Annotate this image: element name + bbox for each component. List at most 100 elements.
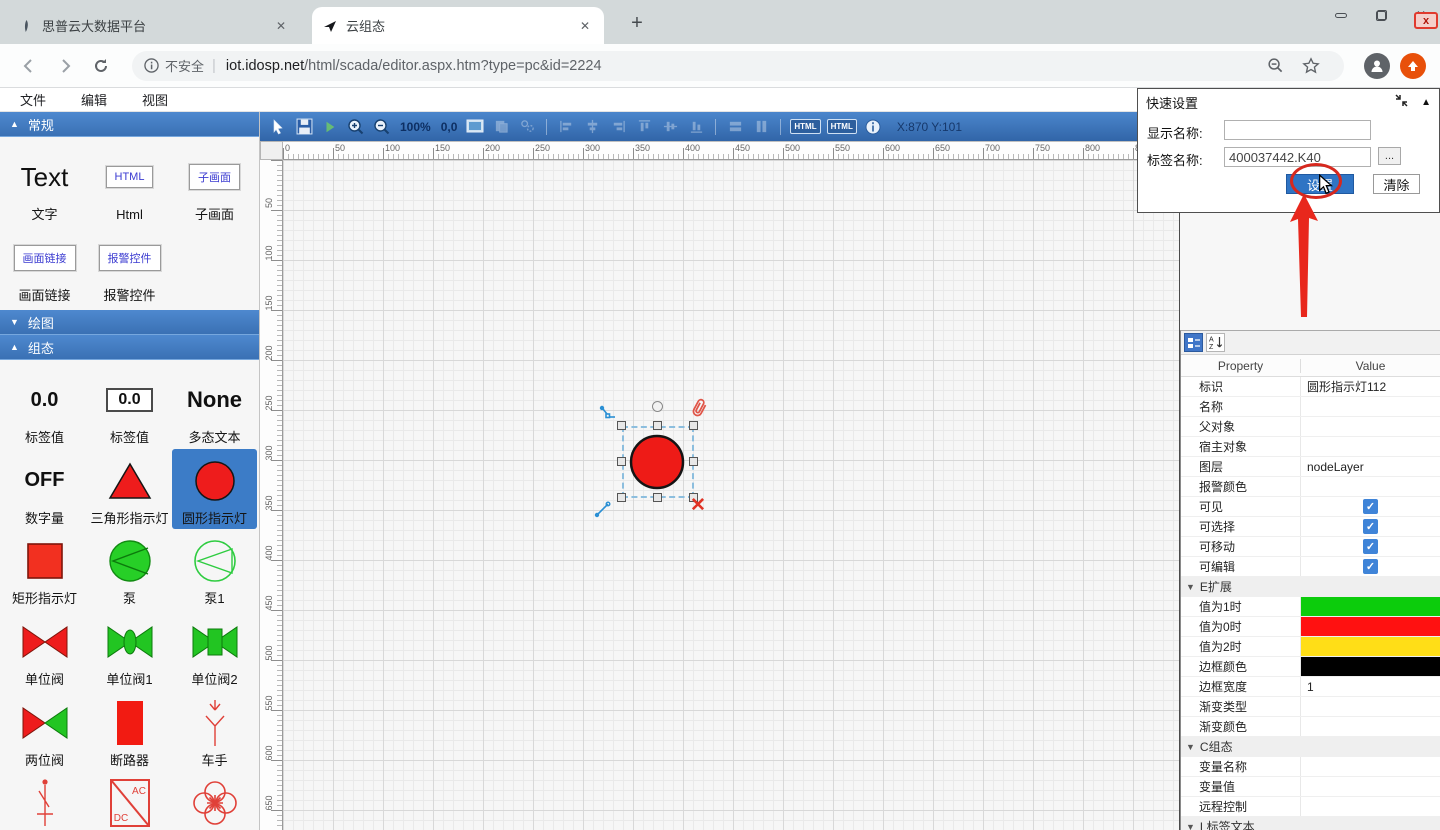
palette-item-报警控件[interactable]: 报警控件报警控件 [87,226,172,307]
save-button[interactable] [294,117,314,137]
palette-item-子画面[interactable]: 子画面子画面 [172,145,257,226]
align-bottom-button[interactable] [686,117,706,137]
screen-settings-button[interactable] [465,117,485,137]
resize-handle-w[interactable] [617,457,626,466]
browser-tab[interactable]: 思普云大数据平台✕ [8,7,300,44]
property-group-L标签文本[interactable]: ▼L标签文本 [1181,817,1440,830]
rotate-handle[interactable] [652,401,663,412]
color-swatch[interactable] [1301,597,1440,616]
profile-avatar[interactable] [1364,53,1390,79]
property-value[interactable] [1301,417,1440,436]
property-value[interactable] [1301,717,1440,736]
palette-item-断路器[interactable]: 断路器 [87,691,172,772]
align-top-button[interactable] [634,117,654,137]
property-group-E扩展[interactable]: ▼E扩展 [1181,577,1440,597]
zoom-out-button[interactable] [372,117,392,137]
color-swatch[interactable] [1301,657,1440,676]
palette-item-数字量[interactable]: OFF数字量 [2,449,87,530]
palette-item-车手[interactable]: 车手 [172,691,257,772]
palette-item-单位阀1[interactable]: 单位阀1 [87,610,172,691]
alphabetical-sort-button[interactable]: AZ [1206,333,1225,352]
property-value[interactable]: nodeLayer [1301,457,1440,476]
display-name-input[interactable] [1224,120,1371,140]
palette-item-标签值[interactable]: 0.0标签值 [87,368,172,449]
restore-button[interactable] [1368,4,1394,26]
property-value[interactable]: ✓ [1301,557,1440,576]
browser-update-button[interactable] [1400,53,1426,79]
align-left-button[interactable] [556,117,576,137]
palette-section-header-绘图[interactable]: ▼绘图 [0,310,259,335]
property-value[interactable]: 圆形指示灯112 [1301,377,1440,396]
address-bar[interactable]: 不安全 | iot.idosp.net /html/scada/editor.a… [132,51,1344,81]
minimize-button[interactable] [1328,4,1354,26]
bookmark-button[interactable] [1296,51,1326,81]
property-value[interactable] [1301,437,1440,456]
info-button[interactable] [863,117,883,137]
palette-item-逆变器[interactable]: ACDC逆变器 [87,771,172,830]
checkbox-checked-icon[interactable]: ✓ [1363,559,1378,574]
menu-item-编辑[interactable]: 编辑 [81,90,107,109]
paperclip-icon[interactable] [686,396,710,425]
palette-item-两位阀[interactable]: 两位阀 [2,691,87,772]
property-value[interactable]: 1 [1301,677,1440,696]
line-tool-icon[interactable] [594,500,612,523]
resize-handle-e[interactable] [689,457,698,466]
align-right-button[interactable] [608,117,628,137]
same-height-button[interactable] [751,117,771,137]
zoom-out-page-button[interactable] [1260,51,1290,81]
dialog-titlebar[interactable]: 快速设置 ▲ [1138,89,1439,115]
palette-item-Html[interactable]: HTMLHtml [87,145,172,226]
property-value[interactable] [1301,797,1440,816]
property-group-C组态[interactable]: ▼C组态 [1181,737,1440,757]
resize-handle-nw[interactable] [617,421,626,430]
palette-item-多态文本[interactable]: None多态文本 [172,368,257,449]
property-value[interactable] [1301,397,1440,416]
menu-item-视图[interactable]: 视图 [142,90,168,109]
reload-button[interactable] [86,51,116,81]
palette-section-header-组态[interactable]: ▲组态 [0,335,259,360]
same-width-button[interactable] [725,117,745,137]
categorized-view-button[interactable] [1184,333,1203,352]
palette-item-三角形指示灯[interactable]: 三角形指示灯 [87,449,172,530]
tab-close-icon[interactable]: ✕ [576,17,594,35]
resize-handle-s[interactable] [653,493,662,502]
property-value[interactable] [1301,777,1440,796]
color-swatch[interactable] [1301,617,1440,636]
browser-tab[interactable]: 云组态✕ [312,7,604,44]
palette-item-圆形指示灯[interactable]: 圆形指示灯 [172,449,257,530]
checkbox-checked-icon[interactable]: ✓ [1363,519,1378,534]
tab-close-icon[interactable]: ✕ [272,17,290,35]
clear-button[interactable]: 清除 [1373,174,1420,194]
palette-item-单位阀[interactable]: 单位阀 [2,610,87,691]
connect-icon[interactable] [598,404,618,429]
palette-item-泵[interactable]: 泵 [87,529,172,610]
property-value[interactable]: ✓ [1301,537,1440,556]
checkbox-checked-icon[interactable]: ✓ [1363,539,1378,554]
design-canvas[interactable]: ✕ [283,160,1180,830]
align-middle-button[interactable] [660,117,680,137]
dialog-collapse-button[interactable]: ▲ [1421,97,1431,108]
menu-item-文件[interactable]: 文件 [20,90,46,109]
new-tab-button[interactable]: + [624,12,650,35]
html-export-button[interactable]: HTML [790,119,820,134]
palette-section-header-常规[interactable]: ▲常规 [0,112,259,137]
palette-item-泵1[interactable]: 泵1 [172,529,257,610]
property-value[interactable] [1301,757,1440,776]
dialog-dock-button[interactable] [1394,94,1409,110]
palette-item-PT[interactable]: PT [172,771,257,830]
zoom-in-button[interactable] [346,117,366,137]
property-value[interactable] [1301,697,1440,716]
property-value[interactable]: ✓ [1301,517,1440,536]
html-preview-button[interactable]: HTML [827,119,857,134]
resize-handle-sw[interactable] [617,493,626,502]
palette-item-画面链接[interactable]: 画面链接画面链接 [2,226,87,307]
property-value[interactable] [1301,597,1440,616]
circle-indicator-node[interactable] [628,433,686,491]
property-value[interactable] [1301,617,1440,636]
delete-icon[interactable]: ✕ [690,496,706,516]
tag-browse-button[interactable]: ... [1378,147,1401,165]
palette-item-矩形指示灯[interactable]: 矩形指示灯 [2,529,87,610]
forward-button[interactable] [50,51,80,81]
tag-name-input[interactable] [1224,147,1371,167]
palette-item-刀闸[interactable]: 刀闸 [2,771,87,830]
